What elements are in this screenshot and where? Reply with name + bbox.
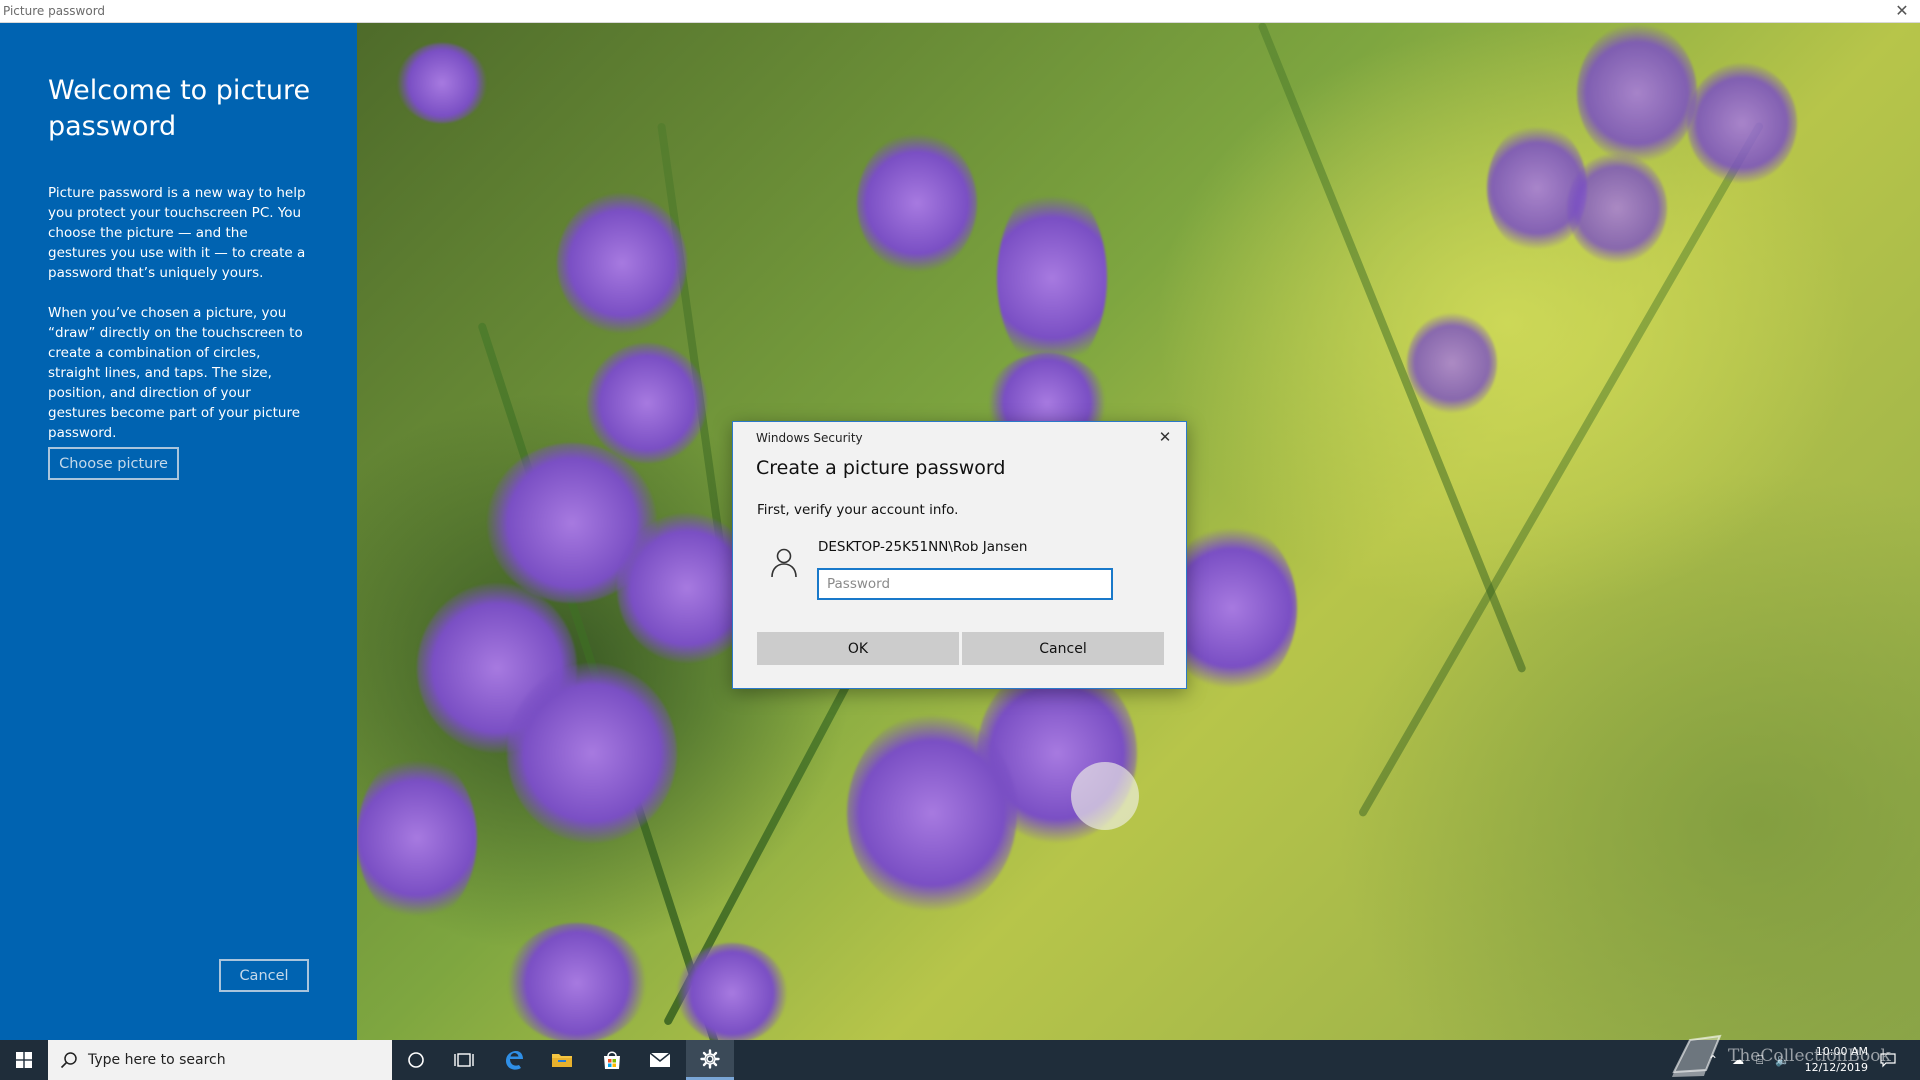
watermark-text: TheCollectionBook xyxy=(1728,1046,1891,1066)
lavender-blossom xyxy=(1407,313,1497,413)
file-explorer-icon[interactable] xyxy=(538,1040,586,1080)
search-placeholder: Type here to search xyxy=(88,1052,226,1068)
instructions-paragraph: When you’ve chosen a picture, you “draw”… xyxy=(48,305,303,441)
user-icon xyxy=(771,548,797,578)
edge-icon[interactable] xyxy=(490,1040,538,1080)
lavender-blossom xyxy=(847,713,1017,913)
lavender-blossom xyxy=(997,183,1107,373)
dialog-title: Create a picture password xyxy=(756,457,1006,479)
window-title: Picture password xyxy=(3,4,106,18)
lavender-blossom xyxy=(557,193,687,333)
lavender-blossom xyxy=(857,133,977,273)
window-close-icon[interactable]: ✕ xyxy=(1892,1,1912,21)
lavender-blossom xyxy=(397,43,487,123)
book-logo-icon xyxy=(1672,1034,1722,1077)
lavender-blossom xyxy=(1567,153,1667,263)
lavender-blossom xyxy=(1577,23,1697,163)
app-title-bar: Picture password ✕ xyxy=(0,0,1920,23)
dialog-instruction: First, verify your account info. xyxy=(757,502,959,518)
lavender-blossom xyxy=(677,943,787,1040)
cortana-icon[interactable] xyxy=(392,1040,440,1080)
windows-start-icon[interactable] xyxy=(0,1040,48,1080)
dialog-caption: Windows Security xyxy=(756,431,863,445)
windows-security-dialog: Windows Security ✕ Create a picture pass… xyxy=(732,421,1187,689)
touch-indicator xyxy=(1071,762,1139,830)
password-field[interactable] xyxy=(817,568,1113,600)
choose-picture-button[interactable]: Choose picture xyxy=(48,447,179,480)
dialog-close-icon[interactable]: ✕ xyxy=(1154,426,1176,448)
task-view-icon[interactable] xyxy=(440,1040,488,1080)
lavender-blossom xyxy=(1687,63,1797,183)
search-icon xyxy=(60,1052,77,1069)
lavender-blossom xyxy=(507,923,647,1040)
settings-icon[interactable] xyxy=(686,1040,734,1080)
account-name: DESKTOP-25K51NN\Rob Jansen xyxy=(818,539,1028,555)
taskbar: Type here to search ⌃ ☁ ⌸ 🔈 10:00 AM 12/… xyxy=(0,1040,1920,1080)
watermark: TheCollectionBook xyxy=(1670,1032,1910,1080)
lavender-blossom xyxy=(507,663,677,843)
lavender-blossom xyxy=(587,343,707,463)
mail-icon[interactable] xyxy=(636,1040,684,1080)
store-icon[interactable] xyxy=(588,1040,636,1080)
panel-cancel-button[interactable]: Cancel xyxy=(219,959,309,992)
page-heading: Welcome to picture password xyxy=(48,75,311,142)
ok-button[interactable]: OK xyxy=(757,632,959,665)
taskbar-search-box[interactable]: Type here to search xyxy=(48,1040,392,1080)
dialog-cancel-button[interactable]: Cancel xyxy=(962,632,1164,665)
lavender-blossom xyxy=(357,753,477,923)
left-info-panel: Welcome to picture password Picture pass… xyxy=(0,23,357,1040)
intro-paragraph: Picture password is a new way to help yo… xyxy=(48,185,306,281)
